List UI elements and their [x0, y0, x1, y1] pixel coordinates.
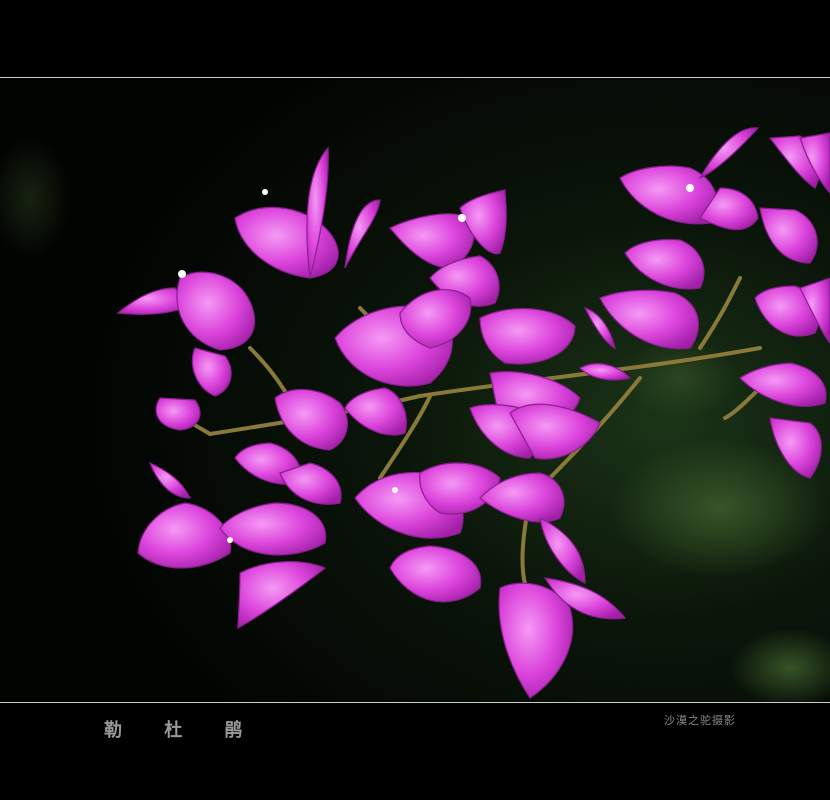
flower-illustration — [0, 78, 830, 702]
photographer-credit: 沙漠之驼摄影 — [664, 714, 736, 727]
bottom-divider — [0, 702, 830, 703]
bougainvillea-photo — [0, 78, 830, 702]
photo-frame: 勒 杜 鹃 沙漠之驼摄影 — [0, 0, 830, 800]
photo-title: 勒 杜 鹃 — [104, 720, 261, 741]
